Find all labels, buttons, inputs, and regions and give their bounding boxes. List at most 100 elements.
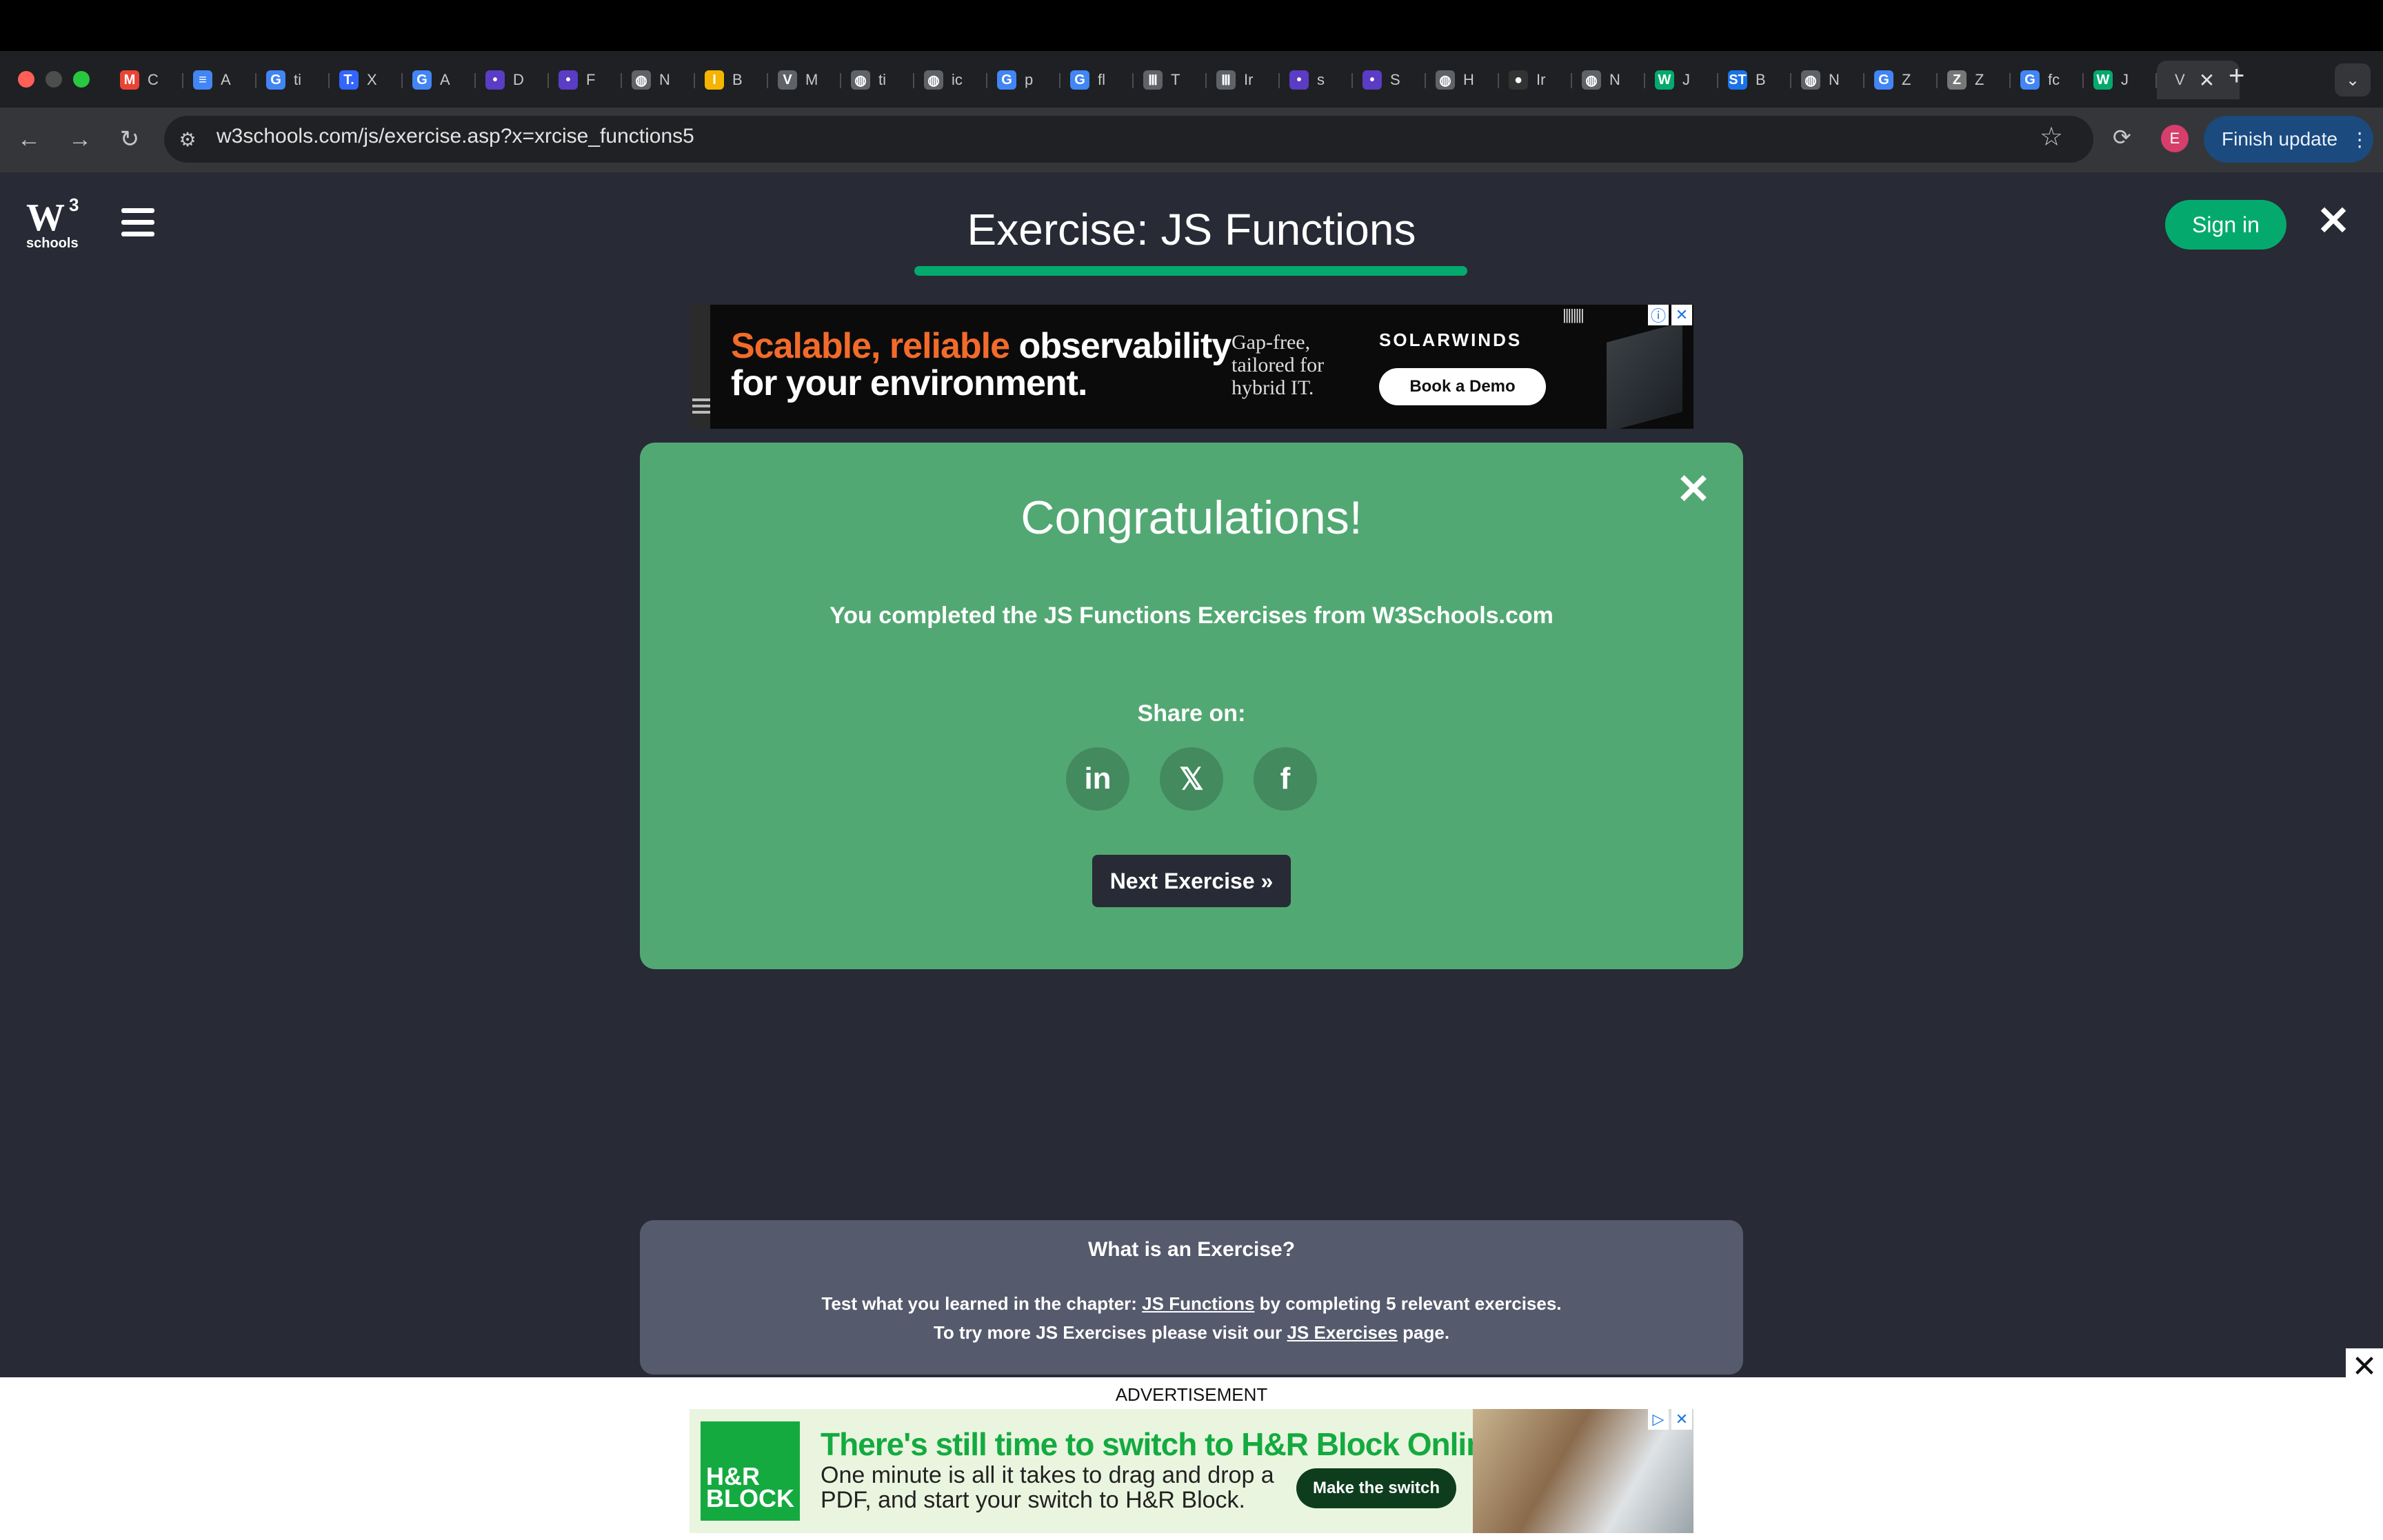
google-icon: G [412, 70, 432, 90]
browser-tab[interactable]: IB [695, 61, 768, 99]
browser-tab[interactable]: ● Ir [1499, 61, 1572, 99]
profile-avatar[interactable]: E [2161, 125, 2189, 152]
browser-tab[interactable]: Gp [987, 61, 1060, 99]
browser-tab[interactable]: ◍ ic [914, 61, 987, 99]
globe-icon: ◍ [1801, 70, 1820, 90]
z-icon: Z [1947, 70, 1967, 90]
browser-tab[interactable]: ZZ [1938, 61, 2011, 99]
google-icon: G [1874, 70, 1893, 90]
bottom-advertisement[interactable]: H&R BLOCK There's still time to switch t… [690, 1409, 1693, 1533]
ad-info-icon[interactable]: ⓘ [1648, 305, 1669, 325]
bank-icon: Ⅲ [1216, 70, 1236, 90]
ad-close-icon[interactable]: ✕ [1671, 305, 1692, 325]
zoom-window-button[interactable] [73, 71, 90, 88]
js-functions-link[interactable]: JS Functions [1142, 1293, 1254, 1314]
back-button[interactable]: ← [12, 123, 46, 156]
globe-icon: ◍ [1436, 70, 1455, 90]
finish-update-button[interactable]: Finish update ⋮ [2204, 116, 2373, 163]
logo-text: schools [26, 236, 79, 251]
chevron-down-icon: ⌄ [2345, 70, 2360, 90]
ad-menu-icon [692, 398, 710, 417]
pin-icon: • [1363, 70, 1382, 90]
browser-tab[interactable]: GZ [1864, 61, 1938, 99]
browser-tab[interactable]: WJ [1645, 61, 1718, 99]
browser-tab[interactable]: GA [403, 61, 476, 99]
info-title: What is an Exercise? [1087, 1238, 1296, 1261]
w3schools-logo[interactable]: W 3 schools [25, 194, 84, 254]
tab-title: S [1390, 71, 1400, 88]
browser-tab[interactable]: • F [549, 61, 622, 99]
tab-title: V [2175, 71, 2185, 88]
sign-in-button[interactable]: Sign in [2165, 200, 2286, 250]
browser-tab[interactable]: WJ [2084, 61, 2157, 99]
browser-tab[interactable]: T. X [330, 61, 403, 99]
google-icon: G [2020, 70, 2040, 90]
url-text[interactable]: w3schools.com/js/exercise.asp?x=xrcise_f… [217, 125, 694, 148]
v-icon: V [778, 70, 797, 90]
browser-tab[interactable]: Gfc [2011, 61, 2084, 99]
forward-button[interactable]: → [63, 123, 97, 156]
browser-tab[interactable]: ⅢT [1134, 61, 1207, 99]
tab-title: X [367, 71, 377, 88]
browser-tab-active[interactable]: V ✕ [2157, 61, 2240, 99]
ad-cta-button[interactable]: Book a Demo [1379, 368, 1546, 405]
google-icon: G [266, 70, 285, 90]
browser-tab[interactable]: ◍ N [622, 61, 695, 99]
close-window-button[interactable] [18, 71, 34, 88]
bookmark-star-icon[interactable]: ☆ [2040, 121, 2063, 152]
browser-tab[interactable]: Gti [257, 61, 330, 99]
browser-tab[interactable]: ◍ N [1791, 61, 1864, 99]
ad-headline: There's still time to switch to H&R Bloc… [821, 1426, 1511, 1462]
google-icon: G [1070, 70, 1089, 90]
tab-search-button[interactable]: ⌄ [2335, 63, 2371, 97]
tab-title: C [148, 71, 159, 88]
tab-title: p [1025, 71, 1034, 88]
js-exercises-link[interactable]: JS Exercises [1287, 1322, 1397, 1343]
bottom-ad-close-icon[interactable]: ✕ [2346, 1348, 2383, 1384]
tab-title: N [1829, 71, 1840, 88]
browser-tab[interactable]: ◍ N [1572, 61, 1645, 99]
browser-tab[interactable]: Gfl [1060, 61, 1134, 99]
browser-tab[interactable]: • D [476, 61, 549, 99]
ad-subtext: Gap-free, tailored for hybrid IT. [1231, 331, 1325, 399]
browser-tab[interactable]: ST B [1718, 61, 1791, 99]
github-icon: ● [1509, 70, 1528, 90]
x-icon[interactable]: 𝕏 [1160, 747, 1223, 811]
congrats-title: Congratulations! [1020, 492, 1363, 544]
browser-tab[interactable]: ◍ ti [841, 61, 914, 99]
ad-close-icon[interactable]: ✕ [1671, 1409, 1692, 1430]
tab-title: M [805, 71, 818, 88]
ad-cta-button[interactable]: Make the switch [1296, 1468, 1456, 1508]
site-info-icon[interactable]: ⚙ [174, 125, 201, 153]
linkedin-icon[interactable]: in [1066, 747, 1129, 811]
new-tab-button[interactable]: + [2229, 61, 2244, 92]
tab-title: F [586, 71, 596, 88]
tab-title: ti [878, 71, 886, 88]
top-advertisement[interactable]: Scalable, reliable observability for you… [690, 305, 1693, 429]
browser-tab[interactable]: • S [1353, 61, 1426, 99]
reload-button[interactable]: ↻ [113, 123, 146, 156]
ad-decoration: |||||||| [1562, 306, 1585, 323]
ad-headline-line2: for your environment. [731, 363, 1087, 403]
exit-exercise-button[interactable]: ✕ [2314, 199, 2353, 243]
browser-tab[interactable]: ◍ H [1426, 61, 1499, 99]
browser-tab[interactable]: ≡ A [183, 61, 257, 99]
next-exercise-button[interactable]: Next Exercise » [1092, 855, 1291, 907]
ad-info-icon[interactable]: ▷ [1648, 1409, 1669, 1430]
tab-title: Z [1975, 71, 1984, 88]
browser-tab[interactable]: Ⅲ Ir [1207, 61, 1280, 99]
tab-title: H [1463, 71, 1474, 88]
logo-mark: W [26, 196, 65, 239]
minimize-window-button[interactable] [46, 71, 62, 88]
google-icon: G [997, 70, 1016, 90]
extension-icon[interactable]: ⟳ [2113, 124, 2131, 150]
menu-icon[interactable] [121, 208, 154, 239]
browser-tab[interactable]: • s [1280, 61, 1353, 99]
tab-title: T [1171, 71, 1180, 88]
facebook-icon[interactable]: f [1254, 747, 1317, 811]
ad-headline: Scalable, reliable observability [731, 326, 1231, 366]
browser-tab[interactable]: VM [768, 61, 841, 99]
close-tab-icon[interactable]: ✕ [2199, 69, 2215, 92]
tab-title: A [440, 71, 450, 88]
browser-tab[interactable]: MC [110, 61, 183, 99]
